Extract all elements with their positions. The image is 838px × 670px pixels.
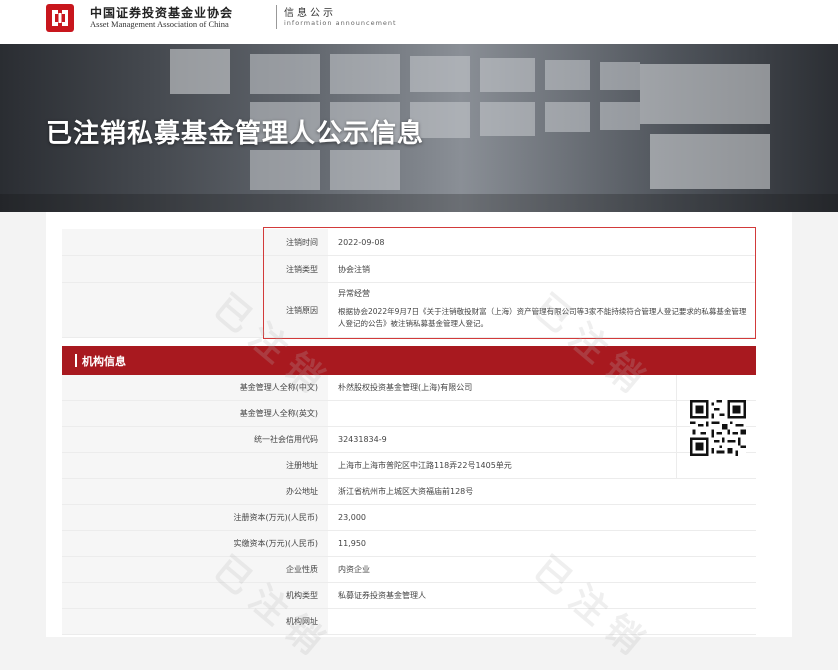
field-row-name-cn: 基金管理人全称(中文) 朴然股权投资基金管理(上海)有限公司 [62, 375, 756, 401]
field-label: 机构类型 [62, 583, 328, 608]
section-title: 机构信息 [82, 355, 126, 368]
field-value: 浙江省杭州市上城区大资福庙前128号 [338, 487, 474, 496]
field-value: 11,950 [338, 539, 366, 548]
field-label: 基金管理人全称(英文) [62, 401, 328, 426]
field-row-name-en: 基金管理人全称(英文) [62, 401, 756, 427]
org-name-en: Asset Management Association of China [90, 19, 229, 29]
field-value: 23,000 [338, 513, 366, 522]
field-row-credit-code: 统一社会信用代码 32431834-9 [62, 427, 756, 453]
field-label: 企业性质 [62, 557, 328, 582]
field-row-paid-capital: 实缴资本(万元)(人民币) 11,950 [62, 531, 756, 557]
field-value: 内资企业 [338, 565, 370, 574]
field-row-website: 机构网址 [62, 609, 756, 635]
field-label: 注册资本(万元)(人民币) [62, 505, 328, 530]
field-value: 私募证券投资基金管理人 [338, 591, 426, 600]
top-header: 中国证券投资基金业协会 Asset Management Association… [0, 0, 838, 44]
section-name-en: information announcement [284, 19, 397, 27]
section-name-cn: 信息公示 [284, 8, 336, 19]
field-label: 办公地址 [62, 479, 328, 504]
field-row-office-address: 办公地址 浙江省杭州市上城区大资福庙前128号 [62, 479, 756, 505]
header-divider [276, 5, 277, 29]
section-marker [75, 354, 77, 367]
highlight-box [263, 227, 756, 339]
amac-logo-icon[interactable] [46, 4, 74, 32]
field-row-reg-capital: 注册资本(万元)(人民币) 23,000 [62, 505, 756, 531]
field-label: 注册地址 [62, 453, 328, 478]
page-title: 已注销私募基金管理人公示信息 [46, 119, 425, 149]
org-info-header: 机构信息 [62, 346, 756, 375]
field-label: 统一社会信用代码 [62, 427, 328, 452]
field-value[interactable] [338, 609, 756, 634]
field-row-org-type: 机构类型 私募证券投资基金管理人 [62, 583, 756, 609]
field-label: 基金管理人全称(中文) [62, 375, 328, 400]
field-row-enterprise-type: 企业性质 内资企业 [62, 557, 756, 583]
field-label: 实缴资本(万元)(人民币) [62, 531, 328, 556]
field-label: 机构网址 [62, 609, 328, 634]
field-row-reg-address: 注册地址 上海市上海市普陀区中江路118弄22号1405单元 [62, 453, 756, 479]
qr-code-icon[interactable] [690, 400, 746, 456]
hero-banner: 已注销私募基金管理人公示信息 [0, 44, 838, 212]
